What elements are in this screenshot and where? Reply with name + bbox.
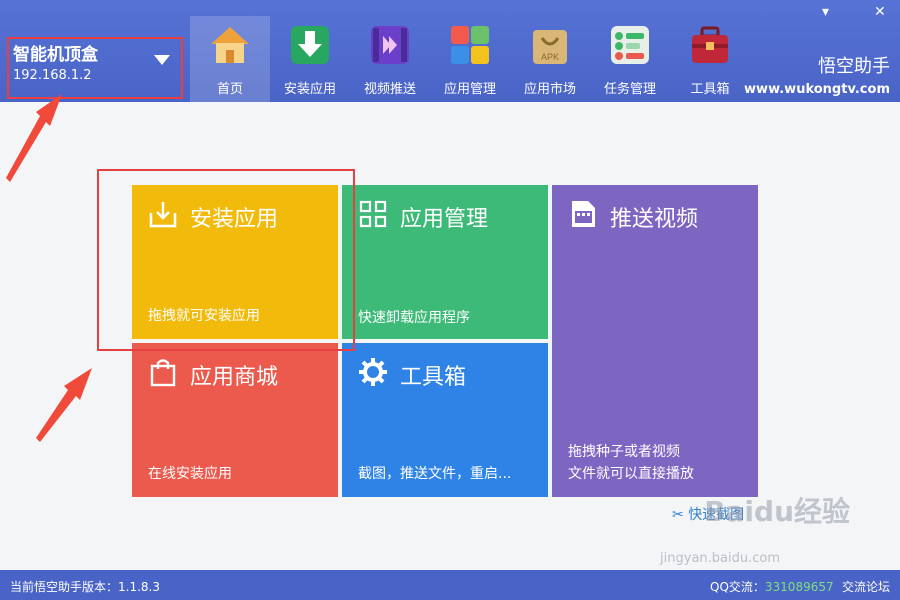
nav-task-manage[interactable]: 任务管理 xyxy=(590,16,670,102)
tile-subtitle-line: 文件就可以直接播放 xyxy=(568,466,694,482)
gear-icon xyxy=(359,358,387,386)
nav-label: 首页 xyxy=(216,82,243,97)
nav-toolbox[interactable]: 工具箱 xyxy=(670,16,750,102)
qq-label: QQ交流： xyxy=(710,580,765,594)
menu-dropdown-icon[interactable]: ▾ xyxy=(822,4,829,20)
tile-subtitle-line: 拖拽种子或者视频 xyxy=(568,444,680,460)
task-icon xyxy=(611,26,649,64)
brand-url: www.wukongtv.com xyxy=(744,82,890,97)
tile-subtitle: 在线安装应用 xyxy=(148,466,232,482)
nav-label: 应用管理 xyxy=(443,82,496,97)
status-bar: 当前悟空助手版本：1.1.8.3 QQ交流：331089657 交流论坛 xyxy=(0,570,900,600)
nav-label: 工具箱 xyxy=(690,82,730,97)
svg-text:APK: APK xyxy=(541,52,559,62)
tile-subtitle: 拖拽种子或者视频 文件就可以直接播放 xyxy=(568,441,694,485)
brand-name: 悟空助手 xyxy=(818,56,890,77)
nav-label: 应用市场 xyxy=(523,82,576,97)
film-file-icon xyxy=(572,201,595,227)
tile-app-store[interactable]: 应用商城 在线安装应用 xyxy=(132,343,338,497)
tile-title: 应用商城 xyxy=(190,365,279,390)
nav-home[interactable]: 首页 xyxy=(190,16,270,102)
app-manage-icon xyxy=(451,26,489,64)
tile-toolbox[interactable]: 工具箱 截图，推送文件，重启... xyxy=(342,343,548,497)
forum-link[interactable]: 交流论坛 xyxy=(842,578,890,595)
nav-label: 任务管理 xyxy=(603,82,656,97)
tile-title: 应用管理 xyxy=(400,207,489,232)
annotation-arrow-icon xyxy=(36,368,92,442)
version-text: 当前悟空助手版本：1.1.8.3 xyxy=(10,580,160,594)
nav-label: 安装应用 xyxy=(283,82,336,97)
tile-title: 推送视频 xyxy=(610,207,699,232)
main-nav: 首页 安装应用 视频推送 应用管理 APK 应用市场 任务管理 工具箱 xyxy=(190,16,750,102)
scissors-icon: ✂ xyxy=(672,507,684,523)
nav-app-market[interactable]: APK 应用市场 xyxy=(510,16,590,102)
top-bar: ▾ ✕ 智能机顶盒 192.168.1.2 首页 安装应用 视频推送 应用管理 … xyxy=(0,0,900,102)
watermark: Baidu经验 xyxy=(704,495,850,528)
nav-label: 视频推送 xyxy=(363,82,416,97)
video-push-icon xyxy=(371,26,409,64)
main-content: 安装应用 拖拽就可安装应用 应用管理 快速卸载应用程序 推送视频 拖拽种子或者视… xyxy=(0,94,900,570)
home-icon xyxy=(211,27,249,63)
nav-app-manage[interactable]: 应用管理 xyxy=(430,16,510,102)
tile-app-manage[interactable]: 应用管理 快速卸载应用程序 xyxy=(342,185,548,339)
nav-video-push[interactable]: 视频推送 xyxy=(350,16,430,102)
install-icon xyxy=(291,26,329,64)
toolbox-icon xyxy=(692,26,728,63)
close-icon[interactable]: ✕ xyxy=(874,4,886,20)
shopping-bag-icon xyxy=(150,359,176,387)
tile-title: 工具箱 xyxy=(400,365,467,390)
annotation-box-device xyxy=(7,37,183,99)
qq-group: QQ交流：331089657 xyxy=(710,578,834,595)
tile-subtitle: 快速卸载应用程序 xyxy=(358,310,470,326)
apk-market-icon: APK xyxy=(533,30,567,64)
nav-install[interactable]: 安装应用 xyxy=(270,16,350,102)
annotation-arrow-icon xyxy=(6,94,62,182)
grid-icon xyxy=(359,200,387,228)
qq-number[interactable]: 331089657 xyxy=(765,580,834,594)
watermark-url: jingyan.baidu.com xyxy=(660,551,780,566)
brand: 悟空助手 www.wukongtv.com xyxy=(744,52,890,97)
annotation-box-install xyxy=(97,169,355,351)
tile-subtitle: 截图，推送文件，重启... xyxy=(358,466,512,482)
tile-push-video[interactable]: 推送视频 拖拽种子或者视频 文件就可以直接播放 xyxy=(552,185,758,497)
